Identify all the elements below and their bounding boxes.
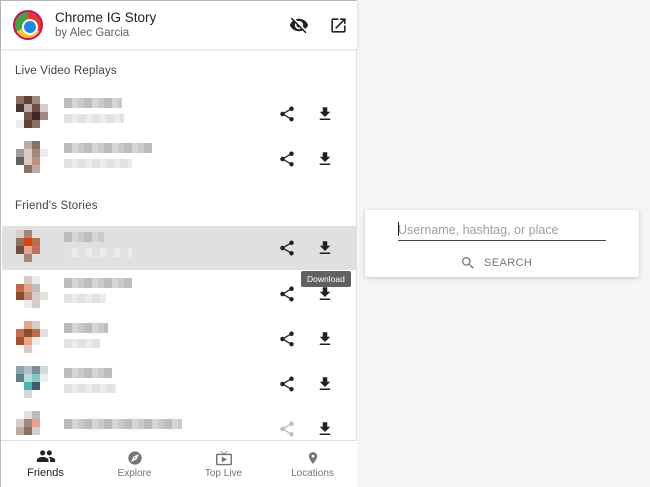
hide-stories-button[interactable]: [287, 13, 311, 37]
timestamp-blurred: [64, 248, 132, 257]
share-icon: [280, 286, 294, 302]
app-header: Chrome IG Story by Alec Garcia: [1, 1, 357, 49]
username-blurred: [64, 232, 104, 242]
text-cursor: [398, 222, 399, 236]
list-item[interactable]: [2, 226, 357, 270]
download-tooltip: Download: [301, 271, 351, 287]
download-button[interactable]: [313, 102, 337, 126]
username-blurred: [64, 98, 122, 108]
timestamp-blurred: [64, 384, 116, 393]
nav-locations[interactable]: Locations: [268, 441, 357, 487]
nav-friends[interactable]: Friends: [1, 441, 90, 487]
download-button[interactable]: [313, 417, 337, 441]
share-button-disabled[interactable]: [275, 417, 299, 441]
timestamp-blurred: [64, 294, 106, 303]
download-button[interactable]: [313, 147, 337, 171]
timestamp-blurred: [64, 339, 100, 348]
app-title: Chrome IG Story: [55, 10, 157, 25]
nav-label: Top Live: [204, 467, 243, 479]
download-icon: [319, 287, 331, 300]
people-icon: [36, 450, 55, 462]
share-icon: [280, 376, 294, 392]
location-pin-icon: [308, 451, 317, 464]
download-icon: [319, 152, 331, 165]
share-button[interactable]: [275, 147, 299, 171]
timestamp-blurred: [64, 159, 132, 168]
search-icon: [462, 257, 474, 269]
bottom-navigation: Friends Explore Top Live Locations: [1, 440, 357, 487]
eye-off-icon: [289, 17, 309, 34]
share-icon: [280, 240, 294, 256]
list-item[interactable]: [2, 317, 357, 361]
avatar: [16, 276, 48, 308]
app-author: by Alec Garcia: [55, 27, 130, 39]
share-icon: [280, 421, 294, 437]
timestamp-blurred: [64, 114, 124, 123]
username-blurred: [64, 368, 112, 378]
compass-icon: [127, 450, 142, 465]
app-logo: [13, 10, 43, 40]
share-icon: [280, 151, 294, 167]
avatar: [16, 141, 48, 173]
nav-top-live[interactable]: Top Live: [179, 441, 268, 487]
download-icon: [319, 332, 331, 345]
download-icon: [319, 107, 331, 120]
open-in-new-tab-button[interactable]: [326, 13, 350, 37]
share-button[interactable]: [275, 372, 299, 396]
download-button[interactable]: [313, 372, 337, 396]
nav-label: Locations: [291, 467, 334, 479]
stories-panel: Chrome IG Story by Alec Garcia Live Vide…: [0, 0, 357, 487]
list-item[interactable]: [2, 362, 357, 406]
avatar: [16, 230, 48, 262]
download-button[interactable]: [313, 327, 337, 351]
search-card: SEARCH: [365, 210, 639, 277]
avatar: [16, 366, 48, 398]
username-blurred: [64, 278, 132, 288]
nav-label: Explore: [117, 467, 152, 479]
friends-stories-heading: Friend's Stories: [15, 200, 98, 212]
share-button[interactable]: [275, 102, 299, 126]
search-button-label: SEARCH: [484, 257, 533, 269]
username-blurred: [64, 419, 182, 429]
avatar: [16, 96, 48, 128]
download-button[interactable]: [313, 236, 337, 260]
share-icon: [280, 331, 294, 347]
share-icon: [280, 106, 294, 122]
download-icon: [319, 241, 331, 254]
nav-explore[interactable]: Explore: [90, 441, 179, 487]
live-replays-heading: Live Video Replays: [15, 65, 117, 77]
download-icon: [319, 422, 331, 435]
avatar: [16, 321, 48, 353]
share-button[interactable]: [275, 327, 299, 351]
username-blurred: [64, 323, 108, 333]
download-icon: [319, 377, 331, 390]
nav-label: Friends: [27, 467, 64, 479]
search-input[interactable]: [398, 219, 606, 241]
share-button[interactable]: [275, 282, 299, 306]
search-button[interactable]: SEARCH: [460, 254, 532, 272]
share-button[interactable]: [275, 236, 299, 260]
open-in-new-icon: [330, 17, 346, 33]
avatar: [16, 411, 48, 443]
live-tv-icon: [215, 450, 232, 465]
list-item[interactable]: [2, 92, 357, 136]
username-blurred: [64, 143, 152, 153]
list-item[interactable]: [2, 137, 357, 181]
